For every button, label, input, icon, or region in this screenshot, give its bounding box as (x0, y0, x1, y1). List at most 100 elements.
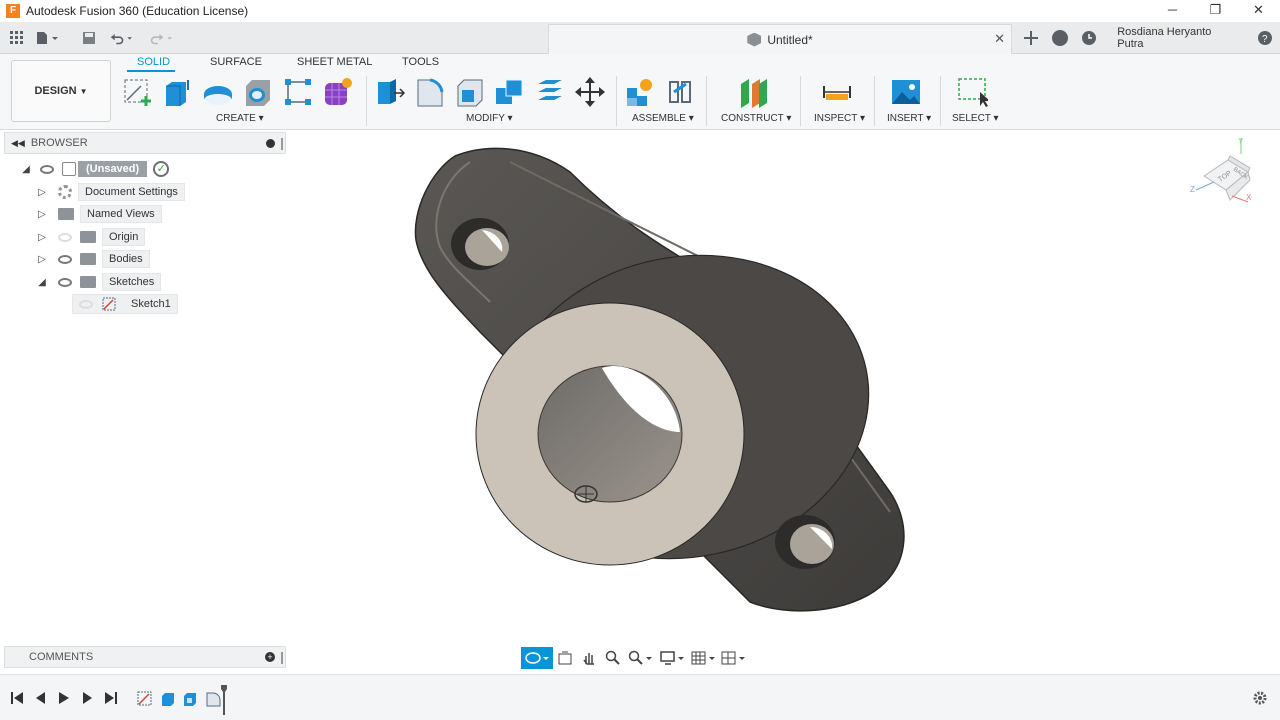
comments-panel-header[interactable]: COMMENTS + (4, 646, 286, 668)
browser-item-named-views[interactable]: ▷ Named Views (36, 204, 162, 224)
measure-icon[interactable] (821, 76, 853, 108)
restore-button[interactable]: ❐ (1194, 0, 1237, 22)
timeline-extrude-feature-icon[interactable] (160, 691, 176, 706)
viewports-icon[interactable] (719, 647, 749, 669)
add-comment-icon[interactable]: + (265, 652, 275, 662)
undo-icon[interactable] (110, 27, 132, 49)
play-icon[interactable] (57, 691, 71, 705)
help-icon[interactable]: ? (1251, 22, 1280, 54)
timeline-marker[interactable] (221, 685, 227, 715)
job-status-clock-icon[interactable] (1074, 22, 1103, 54)
visibility-eye-icon[interactable] (40, 164, 54, 174)
window-controls: ─ ❐ ✕ (1151, 0, 1280, 22)
minimize-browser-icon[interactable] (266, 139, 275, 148)
new-component-icon[interactable] (624, 76, 656, 108)
browser-item-origin[interactable]: ▷ Origin (36, 227, 146, 247)
sketch-label: Sketch1 (131, 298, 171, 310)
tab-tools[interactable]: TOOLS (402, 56, 439, 68)
visibility-eye-icon[interactable] (58, 254, 72, 264)
collapsed-triangle-icon[interactable]: ▷ (36, 253, 48, 265)
timeline-fillet-feature-icon[interactable] (205, 691, 221, 707)
create-form-icon[interactable] (322, 76, 354, 108)
svg-text:?: ? (1262, 34, 1268, 45)
inspect-menu[interactable]: INSPECT ▾ (814, 113, 865, 124)
collapsed-triangle-icon[interactable]: ▷ (36, 186, 48, 198)
timeline-extrude-feature-icon[interactable] (182, 691, 198, 706)
pan-hand-icon[interactable] (577, 647, 601, 669)
document-tab[interactable]: Untitled* ✕ (548, 24, 1012, 54)
file-menu-icon[interactable] (36, 27, 58, 49)
browser-item-bodies[interactable]: ▷ Bodies (36, 249, 150, 269)
visibility-eye-off-icon[interactable] (79, 299, 93, 309)
extensions-icon[interactable] (1045, 22, 1074, 54)
close-window-button[interactable]: ✕ (1237, 0, 1280, 22)
view-cube[interactable]: TOP BACK Y Z X (1186, 134, 1266, 214)
pattern-icon[interactable] (282, 76, 314, 108)
panel-grip-icon[interactable] (281, 138, 283, 150)
go-to-start-icon[interactable] (10, 691, 24, 705)
active-check-icon[interactable]: ✓ (153, 161, 170, 177)
close-tab-button[interactable]: ✕ (994, 31, 1005, 47)
window-title: Autodesk Fusion 360 (Education License) (26, 4, 249, 18)
move-copy-icon[interactable] (574, 76, 606, 108)
timeline-sketch-feature-icon[interactable] (137, 691, 153, 706)
insert-menu[interactable]: INSERT ▾ (887, 113, 931, 124)
assemble-menu[interactable]: ASSEMBLE ▾ (632, 113, 694, 124)
redo-icon[interactable] (150, 27, 172, 49)
step-back-icon[interactable] (34, 691, 48, 705)
data-panel-grid-icon[interactable] (6, 27, 28, 49)
grid-snaps-icon[interactable] (689, 647, 719, 669)
collapse-browser-icon[interactable]: ◀◀ (11, 138, 25, 149)
revolve-icon[interactable] (202, 76, 234, 108)
timeline-settings-gear-icon[interactable] (1252, 690, 1268, 706)
fit-zoom-icon[interactable] (625, 647, 657, 669)
flange-bearing-body[interactable] (414, 147, 905, 612)
select-menu[interactable]: SELECT ▾ (952, 113, 999, 124)
modify-menu[interactable]: MODIFY ▾ (466, 113, 513, 124)
tab-surface[interactable]: SURFACE (210, 56, 262, 68)
model-viewport[interactable] (290, 132, 1190, 644)
step-forward-icon[interactable] (80, 691, 94, 705)
create-menu[interactable]: CREATE ▾ (216, 113, 264, 124)
insert-image-icon[interactable] (890, 76, 922, 108)
combine-icon[interactable] (494, 76, 526, 108)
tab-sheet-metal[interactable]: SHEET METAL (297, 56, 372, 68)
offset-face-icon[interactable] (534, 76, 566, 108)
look-at-icon[interactable] (553, 647, 577, 669)
expanded-triangle-icon[interactable]: ◢ (36, 276, 48, 288)
browser-item-sketches[interactable]: ◢ Sketches (36, 272, 162, 292)
browser-item-document-settings[interactable]: ▷ Document Settings (36, 182, 185, 202)
hole-icon[interactable] (242, 76, 274, 108)
fillet-icon[interactable] (414, 76, 446, 108)
zoom-icon[interactable] (601, 647, 625, 669)
visibility-eye-off-icon[interactable] (58, 232, 72, 242)
browser-root-node[interactable]: ◢ (Unsaved) ✓ (20, 159, 170, 179)
browser-item-sketch1[interactable]: Sketch1 (72, 294, 178, 314)
new-tab-plus-icon[interactable] (1016, 22, 1045, 54)
tab-solid[interactable]: SOLID (137, 56, 170, 68)
expanded-triangle-icon[interactable]: ◢ (20, 163, 32, 175)
toolbar-ribbon: DESIGN ▼ SOLID SURFACE SHEET METAL TOOLS… (0, 54, 1280, 130)
press-pull-icon[interactable] (374, 76, 406, 108)
shell-icon[interactable] (454, 76, 486, 108)
construct-menu[interactable]: CONSTRUCT ▾ (721, 113, 791, 124)
minimize-button[interactable]: ─ (1151, 0, 1194, 22)
orbit-icon[interactable] (521, 647, 553, 669)
panel-grip-icon[interactable] (281, 652, 283, 664)
active-tab-indicator (127, 70, 175, 72)
offset-plane-icon[interactable] (738, 76, 770, 108)
collapsed-triangle-icon[interactable]: ▷ (36, 231, 48, 243)
collapsed-triangle-icon[interactable]: ▷ (36, 208, 48, 220)
browser-panel-header[interactable]: ◀◀ BROWSER (4, 132, 286, 154)
window-select-icon[interactable] (956, 76, 990, 108)
user-account-name[interactable]: Rosdiana Heryanto Putra (1117, 26, 1237, 50)
create-sketch-icon[interactable] (122, 76, 154, 108)
go-to-end-icon[interactable] (104, 691, 118, 705)
workspace-switcher[interactable]: DESIGN ▼ (11, 60, 111, 122)
group-divider (616, 76, 617, 126)
save-icon[interactable] (78, 27, 100, 49)
joint-icon[interactable] (664, 76, 696, 108)
extrude-icon[interactable] (162, 76, 194, 108)
display-settings-icon[interactable] (657, 647, 689, 669)
visibility-eye-icon[interactable] (58, 277, 72, 287)
